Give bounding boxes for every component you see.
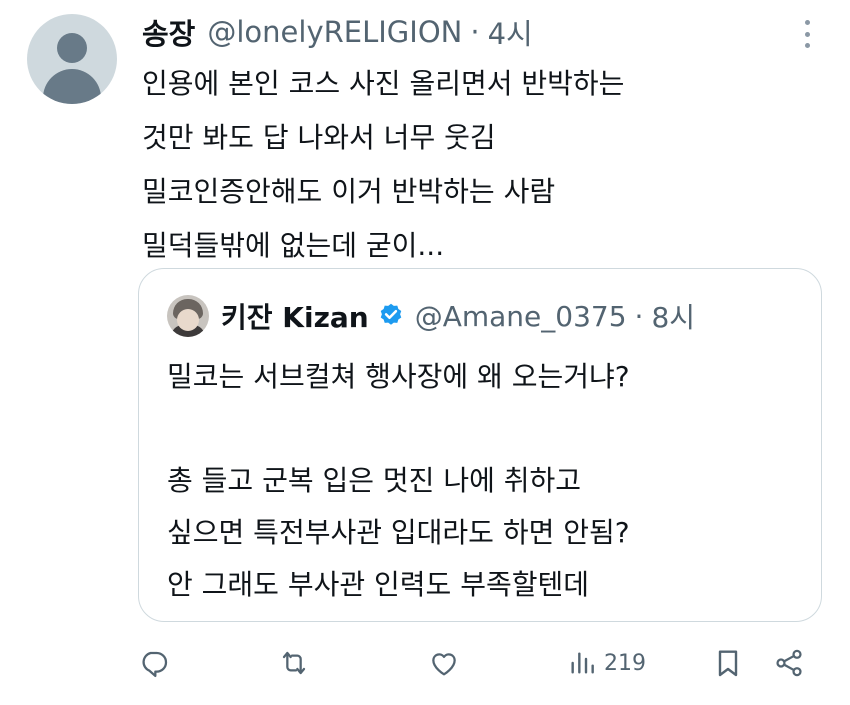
- timestamp[interactable]: 4시: [488, 11, 533, 53]
- share-button[interactable]: [773, 640, 805, 686]
- tweet-text-line: 밀덕들밖에 없는데 굳이...: [142, 229, 445, 262]
- quoted-text-line: 싶으면 특전부사관 입대라도 하면 안됨?: [167, 516, 630, 549]
- views-button[interactable]: 219: [566, 640, 646, 686]
- retweet-icon: [282, 651, 306, 675]
- bookmark-button[interactable]: [712, 640, 744, 686]
- quoted-timestamp[interactable]: 8시: [651, 296, 695, 336]
- reply-icon: [142, 651, 168, 678]
- quoted-tweet-header: 키잔 Kizan @Amane_0375 · 8시: [221, 295, 695, 337]
- tweet-text-line: 인용에 본인 코스 사진 올리면서 반박하는: [142, 67, 625, 100]
- heart-icon: [432, 653, 456, 676]
- tweet-header: 송장 @lonelyRELIGION · 4시: [142, 10, 533, 54]
- tweet-action-bar: 219: [0, 640, 850, 686]
- quoted-user-handle[interactable]: @Amane_0375: [415, 300, 627, 333]
- separator-dot: ·: [470, 15, 480, 49]
- quoted-text-line: 밀코는 서브컬쳐 행사장에 왜 오는거냐?: [167, 360, 630, 393]
- tweet-text-line: 밀코인증안해도 이거 반박하는 사람: [142, 175, 556, 208]
- quoted-text-line: 안 그래도 부사관 인력도 부족할텐데: [167, 568, 590, 601]
- tweet-text-line: 것만 봐도 답 나와서 너무 웃김: [142, 121, 496, 154]
- separator-dot: ·: [634, 299, 644, 333]
- quoted-tweet-text: 밀코는 서브컬쳐 행사장에 왜 오는거냐? 총 들고 군복 입은 멋진 나에 취…: [167, 351, 630, 611]
- display-name[interactable]: 송장: [142, 11, 195, 53]
- user-avatar[interactable]: [27, 14, 117, 104]
- retweet-button[interactable]: [278, 640, 310, 686]
- share-icon: [776, 649, 802, 677]
- avatar-placeholder-head: [57, 33, 87, 63]
- verified-badge-icon: [380, 303, 401, 325]
- quoted-text-line: [167, 403, 630, 455]
- views-icon: [571, 652, 594, 674]
- views-count: 219: [604, 650, 646, 676]
- quoted-text-line: 총 들고 군복 입은 멋진 나에 취하고: [167, 464, 582, 497]
- avatar-placeholder-body: [43, 69, 101, 104]
- quoted-user-avatar[interactable]: [167, 295, 209, 337]
- reply-button[interactable]: [138, 640, 170, 686]
- more-options-icon[interactable]: [802, 20, 812, 48]
- like-button[interactable]: [428, 640, 460, 686]
- quoted-display-name[interactable]: 키잔 Kizan: [221, 296, 369, 336]
- bookmark-icon: [718, 650, 738, 677]
- tweet-text: 인용에 본인 코스 사진 올리면서 반박하는 것만 봐도 답 나와서 너무 웃김…: [142, 57, 624, 273]
- user-handle[interactable]: @lonelyRELIGION: [207, 15, 462, 49]
- quoted-tweet[interactable]: 키잔 Kizan @Amane_0375 · 8시 밀코는 서브컬쳐 행사장에 …: [138, 268, 822, 622]
